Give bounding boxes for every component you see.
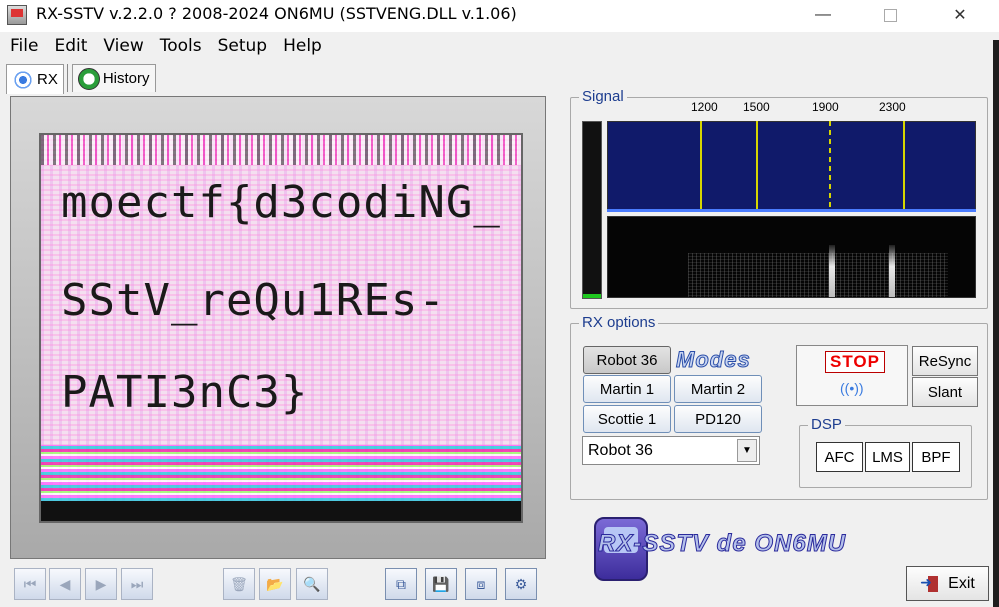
mode-select-value: Robot 36: [588, 442, 653, 459]
window-edge: [993, 40, 999, 607]
marker-2300: [903, 121, 905, 209]
mode-martin2-button[interactable]: Martin 2: [674, 375, 762, 403]
chevron-down-icon[interactable]: ▼: [737, 439, 757, 462]
marker-1200: [700, 121, 702, 209]
save-as-button[interactable]: ⧈: [465, 568, 497, 600]
exit-label: Exit: [948, 574, 975, 592]
minimize-button[interactable]: —: [793, 0, 853, 30]
image-noise-top: [41, 135, 521, 165]
mode-pd120-button[interactable]: PD120: [674, 405, 762, 433]
close-button[interactable]: ✕: [930, 0, 990, 30]
mode-scottie1-button[interactable]: Scottie 1: [583, 405, 671, 433]
image-noise-bottom: [41, 445, 521, 501]
brand-logo: RX-SSTV de ON6MU: [597, 530, 847, 558]
received-sstv-image: moectf{d3codiNG_ SStV_reQu1REs- PATI3nC3…: [41, 135, 521, 521]
picture-frame: moectf{d3codiNG_ SStV_reQu1REs- PATI3nC3…: [10, 96, 546, 559]
tab-strip: RX History: [6, 64, 159, 94]
receiving-icon: ((•)): [840, 380, 864, 396]
afc-button[interactable]: AFC: [816, 442, 863, 472]
mode-robot36-button[interactable]: Robot 36: [583, 346, 671, 374]
open-folder-button[interactable]: 📂: [259, 568, 291, 600]
freq-label-2300: 2300: [879, 100, 906, 114]
waterfall-noise: [688, 253, 948, 297]
zoom-button[interactable]: 🔍: [296, 568, 328, 600]
previous-image-button[interactable]: ◀: [49, 568, 81, 600]
slant-button[interactable]: Slant: [912, 377, 978, 407]
menu-edit[interactable]: Edit: [46, 33, 95, 59]
menu-view[interactable]: View: [95, 33, 151, 59]
image-black-band: [41, 501, 521, 521]
image-text-line-3: PATI3nC3}: [61, 367, 309, 418]
delete-button[interactable]: 🗑: [223, 568, 255, 600]
save-button[interactable]: 💾: [425, 568, 457, 600]
waterfall-peak-2: [889, 245, 895, 297]
stop-button[interactable]: STOP: [825, 351, 885, 373]
image-text-line-1: moectf{d3codiNG_: [61, 177, 501, 228]
received-image-area: moectf{d3codiNG_ SStV_reQu1REs- PATI3nC3…: [39, 133, 523, 523]
spectrum-baseline: [607, 209, 976, 212]
menu-help[interactable]: Help: [275, 33, 330, 59]
freq-label-1500: 1500: [743, 100, 770, 114]
maximize-icon: [883, 8, 897, 22]
maximize-button[interactable]: [860, 0, 920, 30]
tab-rx[interactable]: RX: [6, 64, 64, 94]
next-image-button[interactable]: ▶: [85, 568, 117, 600]
history-icon: [77, 67, 100, 90]
first-image-button[interactable]: ⏮: [14, 568, 46, 600]
marker-1900: [829, 121, 831, 209]
modes-logo: Modes: [676, 347, 751, 373]
tab-divider: [66, 64, 68, 92]
dsp-label: DSP: [808, 416, 845, 433]
freq-label-1200: 1200: [691, 100, 718, 114]
waterfall-peak-1: [829, 245, 835, 297]
exit-button[interactable]: Exit: [906, 566, 989, 601]
tab-rx-label: RX: [37, 71, 58, 88]
menu-bar: File Edit View Tools Setup Help: [0, 33, 999, 59]
title-bar: RX-SSTV v.2.2.0 ? 2008-2024 ON6MU (SSTVE…: [0, 0, 999, 32]
tab-history-label: History: [102, 70, 150, 87]
resync-button[interactable]: ReSync: [912, 346, 978, 376]
menu-tools[interactable]: Tools: [152, 33, 210, 59]
marker-1500: [756, 121, 758, 209]
signal-label: Signal: [579, 88, 627, 105]
image-settings-button[interactable]: ⚙: [505, 568, 537, 600]
menu-file[interactable]: File: [0, 33, 46, 59]
antenna-icon: [12, 68, 34, 91]
image-text-line-2: SStV_reQu1REs-: [61, 275, 446, 326]
menu-setup[interactable]: Setup: [210, 33, 275, 59]
mode-select[interactable]: Robot 36 ▼: [582, 436, 760, 465]
window-title: RX-SSTV v.2.2.0 ? 2008-2024 ON6MU (SSTVE…: [36, 4, 517, 23]
copy-button[interactable]: ⧉: [385, 568, 417, 600]
last-image-button[interactable]: ⏭: [121, 568, 153, 600]
exit-icon: [920, 574, 940, 592]
tab-history[interactable]: History: [71, 64, 156, 92]
waterfall-display: [607, 216, 976, 298]
stop-panel[interactable]: STOP ((•)): [796, 345, 908, 406]
freq-label-1900: 1900: [812, 100, 839, 114]
signal-level-meter: [582, 121, 602, 299]
app-icon: [7, 5, 27, 25]
rx-options-label: RX options: [579, 314, 659, 331]
bpf-button[interactable]: BPF: [912, 442, 960, 472]
mode-martin1-button[interactable]: Martin 1: [583, 375, 671, 403]
lms-button[interactable]: LMS: [865, 442, 910, 472]
spectrum-display: [607, 121, 976, 211]
